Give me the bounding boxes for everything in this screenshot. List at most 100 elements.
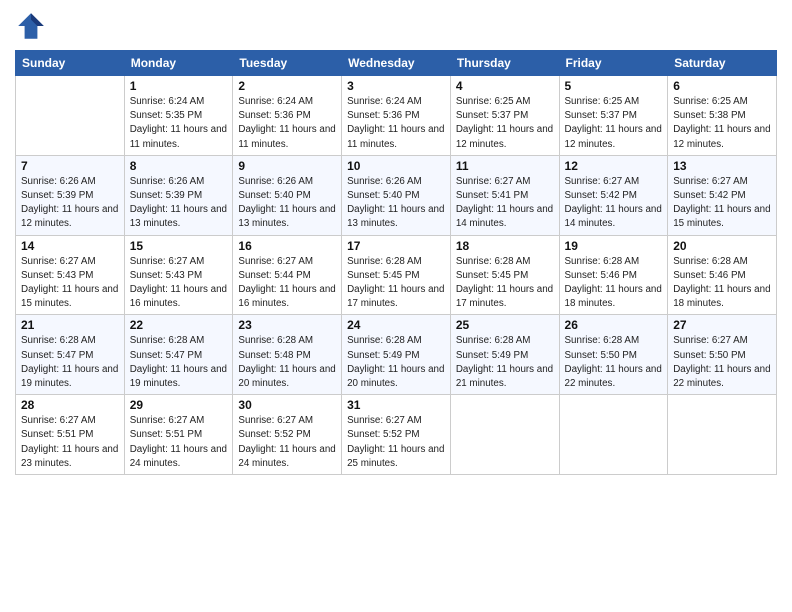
day-info: Sunrise: 6:27 AMSunset: 5:52 PMDaylight:… (347, 414, 445, 471)
day-number: 6 (673, 79, 771, 93)
day-number: 13 (673, 159, 771, 173)
day-number: 28 (21, 398, 119, 412)
day-info: Sunrise: 6:27 AMSunset: 5:51 PMDaylight:… (130, 414, 228, 471)
day-info: Sunrise: 6:28 AMSunset: 5:45 PMDaylight:… (456, 255, 554, 312)
day-number: 4 (456, 79, 554, 93)
day-number: 12 (565, 159, 663, 173)
day-info: Sunrise: 6:27 AMSunset: 5:42 PMDaylight:… (673, 175, 771, 232)
calendar-cell: 7 Sunrise: 6:26 AMSunset: 5:39 PMDaylight… (16, 155, 125, 235)
calendar-cell: 23 Sunrise: 6:28 AMSunset: 5:48 PMDayligh… (233, 315, 342, 395)
logo-icon (15, 10, 47, 42)
calendar-cell: 21Sunrise: 6:28 AMSunset: 5:47 PMDayligh… (16, 315, 125, 395)
calendar-week-row: 7 Sunrise: 6:26 AMSunset: 5:39 PMDaylight… (16, 155, 777, 235)
day-number: 30 (238, 398, 336, 412)
day-info: Sunrise: 6:27 AMSunset: 5:52 PMDaylight:… (238, 414, 336, 471)
day-number: 10 (347, 159, 445, 173)
day-info: Sunrise: 6:24 AMSunset: 5:36 PMDaylight:… (238, 95, 336, 152)
calendar-cell (450, 395, 559, 475)
day-info: Sunrise: 6:25 AMSunset: 5:37 PMDaylight:… (565, 95, 663, 152)
day-number: 2 (238, 79, 336, 93)
calendar-cell: 10 Sunrise: 6:26 AMSunset: 5:40 PMDayligh… (342, 155, 451, 235)
weekday-header-wednesday: Wednesday (342, 51, 451, 76)
calendar-cell: 5 Sunrise: 6:25 AMSunset: 5:37 PMDaylight… (559, 76, 668, 156)
day-number: 17 (347, 239, 445, 253)
calendar-cell: 28 Sunrise: 6:27 AMSunset: 5:51 PMDayligh… (16, 395, 125, 475)
calendar-cell: 25 Sunrise: 6:28 AMSunset: 5:49 PMDayligh… (450, 315, 559, 395)
page: SundayMondayTuesdayWednesdayThursdayFrid… (0, 0, 792, 612)
calendar-cell: 12Sunrise: 6:27 AMSunset: 5:42 PMDayligh… (559, 155, 668, 235)
day-number: 15 (130, 239, 228, 253)
calendar-cell: 1 Sunrise: 6:24 AMSunset: 5:35 PMDaylight… (124, 76, 233, 156)
calendar-cell (16, 76, 125, 156)
calendar-week-row: 14Sunrise: 6:27 AMSunset: 5:43 PMDayligh… (16, 235, 777, 315)
day-info: Sunrise: 6:26 AMSunset: 5:39 PMDaylight:… (21, 175, 119, 232)
day-number: 3 (347, 79, 445, 93)
day-number: 29 (130, 398, 228, 412)
calendar-week-row: 1 Sunrise: 6:24 AMSunset: 5:35 PMDaylight… (16, 76, 777, 156)
day-info: Sunrise: 6:27 AMSunset: 5:41 PMDaylight:… (456, 175, 554, 232)
day-info: Sunrise: 6:27 AMSunset: 5:44 PMDaylight:… (238, 255, 336, 312)
day-number: 20 (673, 239, 771, 253)
calendar-week-row: 28 Sunrise: 6:27 AMSunset: 5:51 PMDayligh… (16, 395, 777, 475)
day-number: 22 (130, 318, 228, 332)
day-number: 27 (673, 318, 771, 332)
day-number: 5 (565, 79, 663, 93)
calendar-cell: 26 Sunrise: 6:28 AMSunset: 5:50 PMDayligh… (559, 315, 668, 395)
calendar-cell: 14Sunrise: 6:27 AMSunset: 5:43 PMDayligh… (16, 235, 125, 315)
calendar-cell: 20 Sunrise: 6:28 AMSunset: 5:46 PMDayligh… (668, 235, 777, 315)
calendar-week-row: 21Sunrise: 6:28 AMSunset: 5:47 PMDayligh… (16, 315, 777, 395)
calendar-cell: 18 Sunrise: 6:28 AMSunset: 5:45 PMDayligh… (450, 235, 559, 315)
day-info: Sunrise: 6:28 AMSunset: 5:49 PMDaylight:… (456, 334, 554, 391)
day-number: 24 (347, 318, 445, 332)
calendar-cell: 8Sunrise: 6:26 AMSunset: 5:39 PMDaylight… (124, 155, 233, 235)
day-number: 11 (456, 159, 554, 173)
day-info: Sunrise: 6:27 AMSunset: 5:51 PMDaylight:… (21, 414, 119, 471)
day-number: 9 (238, 159, 336, 173)
calendar-cell (559, 395, 668, 475)
day-info: Sunrise: 6:26 AMSunset: 5:40 PMDaylight:… (347, 175, 445, 232)
day-info: Sunrise: 6:28 AMSunset: 5:50 PMDaylight:… (565, 334, 663, 391)
calendar-cell: 6 Sunrise: 6:25 AMSunset: 5:38 PMDaylight… (668, 76, 777, 156)
weekday-header-sunday: Sunday (16, 51, 125, 76)
calendar-cell: 16Sunrise: 6:27 AMSunset: 5:44 PMDayligh… (233, 235, 342, 315)
calendar-cell: 15Sunrise: 6:27 AMSunset: 5:43 PMDayligh… (124, 235, 233, 315)
calendar-cell: 30 Sunrise: 6:27 AMSunset: 5:52 PMDayligh… (233, 395, 342, 475)
weekday-header-tuesday: Tuesday (233, 51, 342, 76)
day-info: Sunrise: 6:26 AMSunset: 5:40 PMDaylight:… (238, 175, 336, 232)
day-info: Sunrise: 6:28 AMSunset: 5:46 PMDaylight:… (673, 255, 771, 312)
calendar-cell: 19Sunrise: 6:28 AMSunset: 5:46 PMDayligh… (559, 235, 668, 315)
day-info: Sunrise: 6:28 AMSunset: 5:45 PMDaylight:… (347, 255, 445, 312)
day-info: Sunrise: 6:24 AMSunset: 5:35 PMDaylight:… (130, 95, 228, 152)
calendar-cell: 2 Sunrise: 6:24 AMSunset: 5:36 PMDaylight… (233, 76, 342, 156)
day-number: 23 (238, 318, 336, 332)
weekday-header-saturday: Saturday (668, 51, 777, 76)
day-info: Sunrise: 6:25 AMSunset: 5:38 PMDaylight:… (673, 95, 771, 152)
calendar-table: SundayMondayTuesdayWednesdayThursdayFrid… (15, 50, 777, 475)
calendar-cell: 3 Sunrise: 6:24 AMSunset: 5:36 PMDaylight… (342, 76, 451, 156)
day-info: Sunrise: 6:25 AMSunset: 5:37 PMDaylight:… (456, 95, 554, 152)
day-number: 18 (456, 239, 554, 253)
day-info: Sunrise: 6:28 AMSunset: 5:48 PMDaylight:… (238, 334, 336, 391)
day-info: Sunrise: 6:26 AMSunset: 5:39 PMDaylight:… (130, 175, 228, 232)
day-info: Sunrise: 6:24 AMSunset: 5:36 PMDaylight:… (347, 95, 445, 152)
header (15, 10, 777, 42)
day-info: Sunrise: 6:28 AMSunset: 5:49 PMDaylight:… (347, 334, 445, 391)
calendar-header-row: SundayMondayTuesdayWednesdayThursdayFrid… (16, 51, 777, 76)
day-number: 31 (347, 398, 445, 412)
calendar-cell: 17 Sunrise: 6:28 AMSunset: 5:45 PMDayligh… (342, 235, 451, 315)
day-number: 7 (21, 159, 119, 173)
calendar-cell: 29 Sunrise: 6:27 AMSunset: 5:51 PMDayligh… (124, 395, 233, 475)
calendar-cell: 9 Sunrise: 6:26 AMSunset: 5:40 PMDaylight… (233, 155, 342, 235)
calendar-cell (668, 395, 777, 475)
day-number: 25 (456, 318, 554, 332)
day-info: Sunrise: 6:28 AMSunset: 5:46 PMDaylight:… (565, 255, 663, 312)
day-number: 1 (130, 79, 228, 93)
day-info: Sunrise: 6:27 AMSunset: 5:43 PMDaylight:… (21, 255, 119, 312)
day-number: 26 (565, 318, 663, 332)
logo (15, 10, 51, 42)
weekday-header-monday: Monday (124, 51, 233, 76)
weekday-header-thursday: Thursday (450, 51, 559, 76)
day-info: Sunrise: 6:28 AMSunset: 5:47 PMDaylight:… (130, 334, 228, 391)
weekday-header-friday: Friday (559, 51, 668, 76)
day-info: Sunrise: 6:28 AMSunset: 5:47 PMDaylight:… (21, 334, 119, 391)
